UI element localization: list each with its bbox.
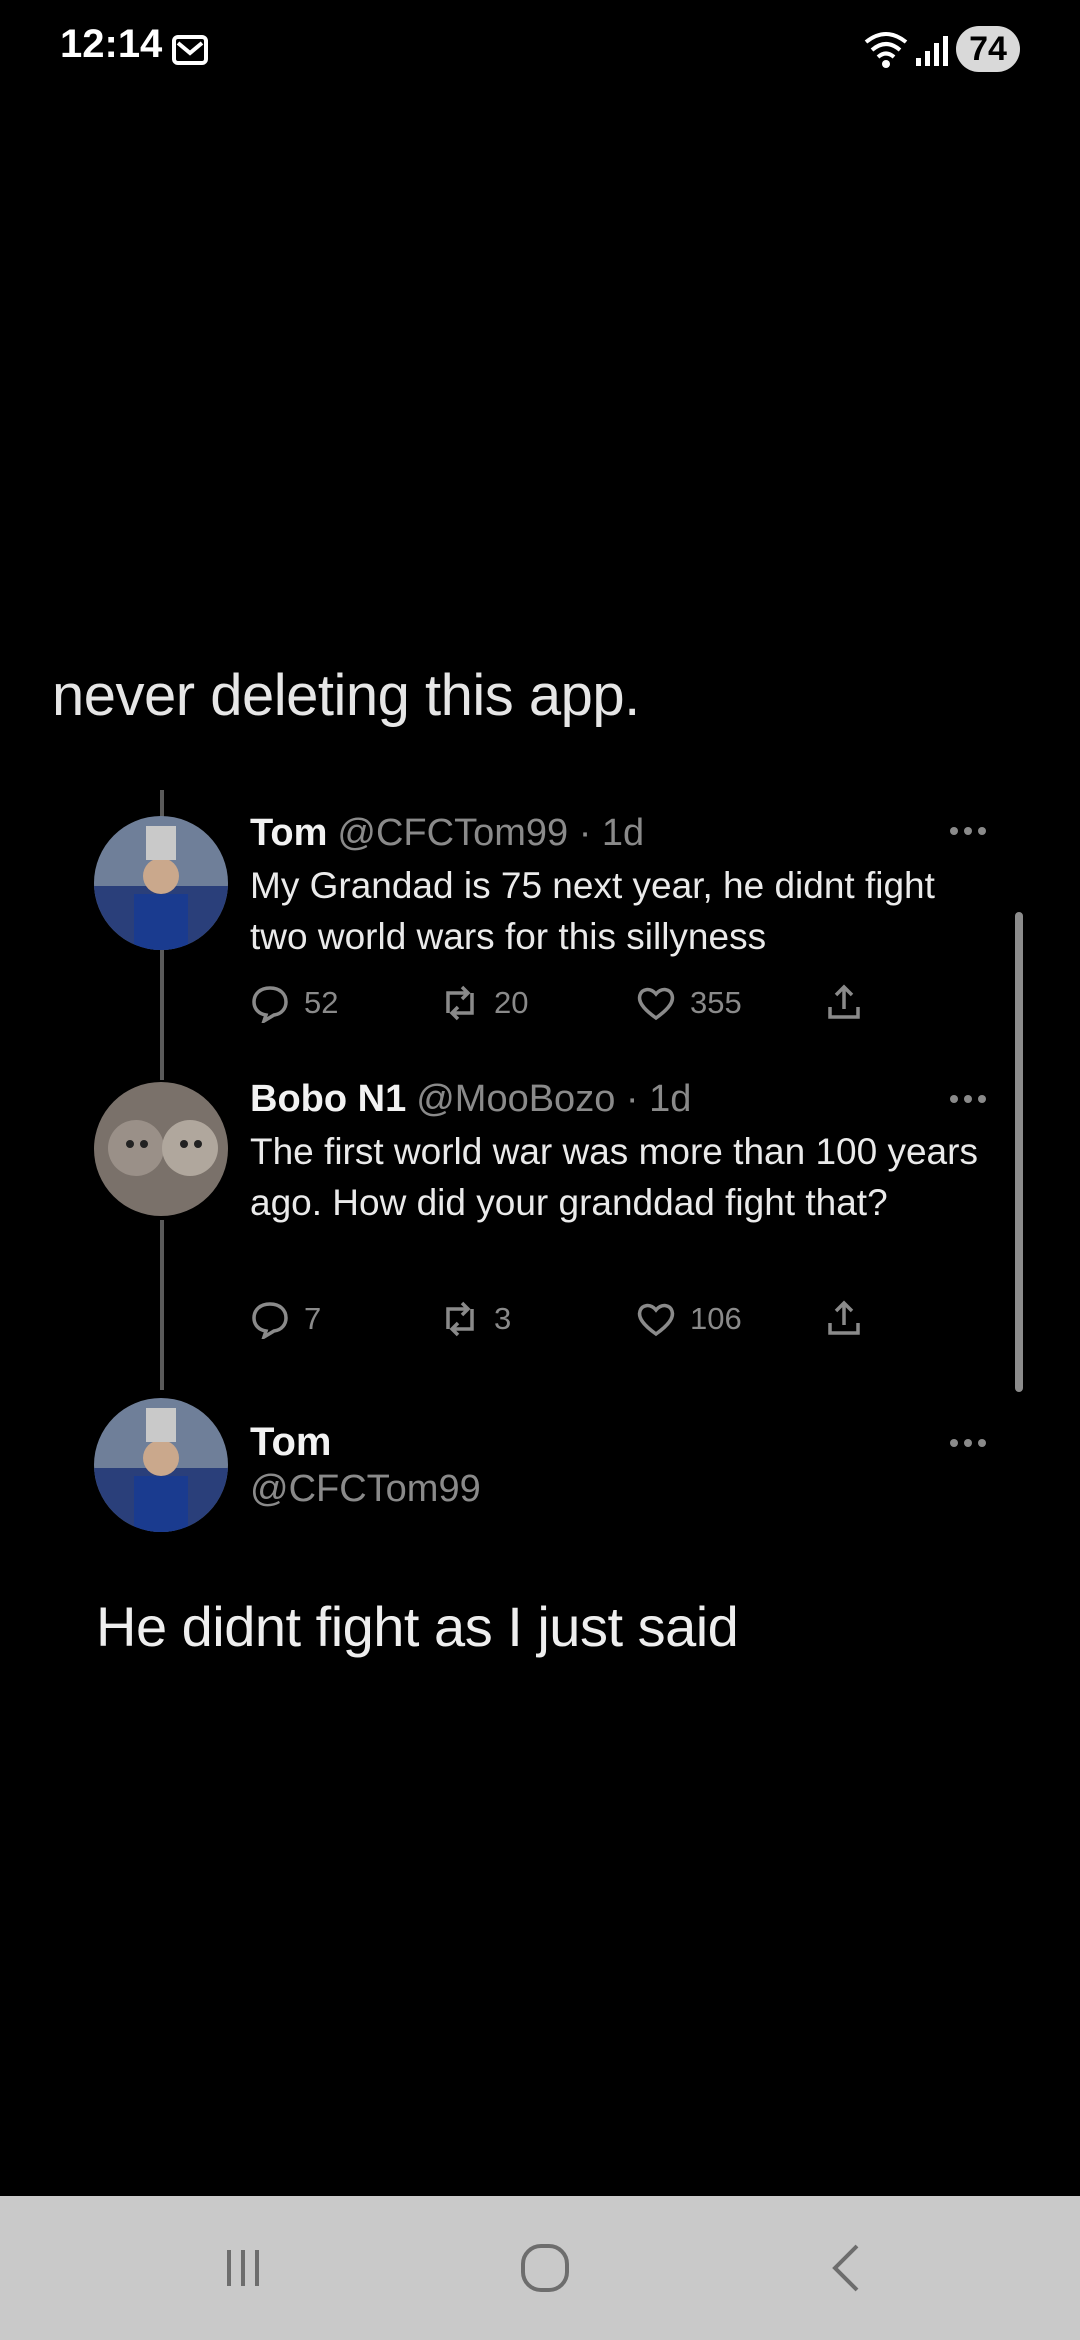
mail-icon [172,35,208,65]
scroll-indicator[interactable] [1015,912,1023,1392]
navigation-bar [0,2196,1080,2340]
share-icon [828,984,860,1019]
retweet-button[interactable]: 20 [440,978,528,1028]
avatar[interactable] [94,1398,228,1532]
retweet-icon [446,1301,474,1337]
like-button[interactable]: 106 [636,1294,742,1344]
tweet-header: Tom @CFCTom99 · 1d [250,810,980,856]
author-handle[interactable]: @CFCTom99 [250,1468,481,1511]
author-name[interactable]: Tom [250,1420,331,1465]
author-handle: @CFCTom99 · 1d [337,812,645,854]
recents-button[interactable] [198,2228,288,2308]
like-count: 106 [690,1301,742,1336]
status-time: 12:14 [60,22,163,66]
wifi-icon [864,32,908,68]
battery-indicator: 74 [956,26,1020,72]
post-caption: never deleting this app. [52,663,640,728]
thread-line [160,950,164,1080]
retweet-icon [446,985,474,1021]
tweet-text: My Grandad is 75 next year, he didnt fig… [250,865,935,957]
share-icon [828,1300,860,1335]
tweet-text: He didnt fight as I just said [96,1595,739,1658]
author-handle: @MooBozo · 1d [416,1078,692,1120]
like-icon [637,987,675,1021]
avatar[interactable] [94,816,228,950]
back-icon [832,2244,859,2292]
retweet-button[interactable]: 3 [440,1294,511,1344]
recents-icon [227,2250,259,2286]
retweet-count: 20 [494,985,529,1020]
share-button[interactable] [824,1294,878,1344]
signal-icon [916,36,948,66]
reply-icon [252,1302,288,1339]
reply-button[interactable]: 52 [250,978,338,1028]
home-icon [521,2244,569,2292]
tweet[interactable]: Bobo N1 @MooBozo · 1d The first world war… [250,1076,980,1228]
retweet-count: 3 [494,1301,512,1336]
tweet-text: The first world war was more than 100 ye… [250,1131,978,1223]
back-button[interactable] [804,2228,894,2308]
share-button[interactable] [824,978,878,1028]
more-icon[interactable] [948,1094,988,1104]
status-bar: 12:14 74 [0,0,1080,100]
like-count: 355 [690,985,742,1020]
thread-line [160,1220,164,1390]
more-icon[interactable] [948,1438,988,1448]
home-button[interactable] [500,2228,590,2308]
like-button[interactable]: 355 [636,978,742,1028]
reply-count: 7 [304,1301,322,1336]
reply-count: 52 [304,985,339,1020]
reply-icon [252,986,288,1023]
author-name: Bobo N1 [250,1078,407,1120]
tweet-actions: 7 3 106 [250,1294,890,1344]
avatar[interactable] [94,1082,228,1216]
like-icon [637,1303,675,1337]
author-name: Tom [250,812,328,854]
reply-button[interactable]: 7 [250,1294,321,1344]
tweet-header: Bobo N1 @MooBozo · 1d [250,1076,980,1122]
tweet[interactable]: Tom @CFCTom99 · 1d My Grandad is 75 next … [250,810,980,962]
more-icon[interactable] [948,826,988,836]
tweet-actions: 52 20 355 [250,978,890,1028]
